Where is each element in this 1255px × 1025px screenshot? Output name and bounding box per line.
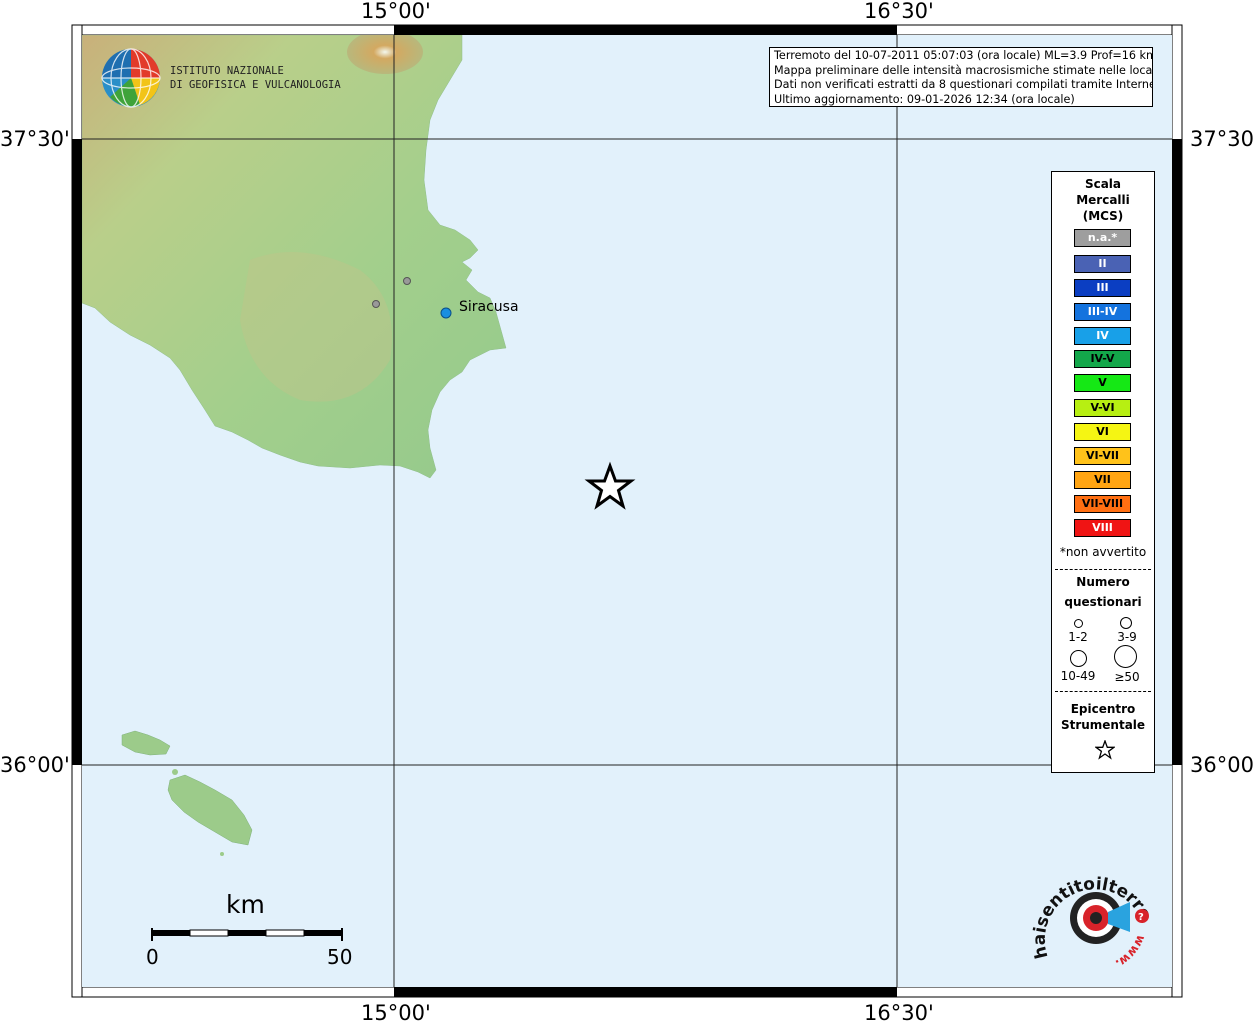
legend-divider — [1055, 569, 1151, 570]
count-label-1-2: 1-2 — [1068, 630, 1088, 644]
event-info-box: Terremoto del 10-07-2011 05:07:03 (ora l… — [769, 47, 1153, 107]
legend-swatch: IV-V — [1074, 350, 1131, 368]
epicenter-title-1: Epicentro — [1070, 702, 1136, 716]
legend-swatch: n.a.* — [1074, 229, 1131, 247]
hsit-logo-www: www. — [1113, 933, 1148, 971]
count-circle-large — [1070, 650, 1087, 667]
lon-label-top-2: 16°30' — [864, 0, 934, 23]
count-circle-small — [1074, 619, 1083, 628]
event-info-line3: Dati non verificati estratti da 8 questi… — [774, 78, 1153, 92]
legend-swatch: II — [1074, 255, 1131, 273]
event-info-line4: Ultimo aggiornamento: 09-01-2026 12:34 (… — [774, 92, 1075, 106]
svg-text:?: ? — [1138, 912, 1144, 923]
town-marker — [403, 277, 411, 285]
svg-text:www.: www. — [1113, 933, 1148, 971]
lat-label-right-2: 36°00' — [1190, 753, 1255, 777]
ingv-name-line2: DI GEOFISICA E VULCANOLOGIA — [170, 79, 341, 91]
lat-label-left-1: 37°30' — [0, 127, 70, 151]
legend-swatch: III — [1074, 279, 1131, 297]
scale-bar — [151, 928, 343, 941]
legend-swatch: VI — [1074, 423, 1131, 441]
count-circle-xlarge — [1114, 645, 1137, 668]
count-label-10-49: 10-49 — [1060, 669, 1096, 683]
epicenter-title-2: Strumentale — [1060, 718, 1146, 732]
legend-swatch: VII-VIII — [1074, 495, 1131, 513]
legend-swatch: IV — [1074, 327, 1131, 345]
lon-label-top-1: 15°00' — [361, 0, 431, 23]
scale-unit: km — [226, 890, 265, 919]
ingv-globe-icon — [101, 48, 161, 108]
map-area — [82, 35, 1172, 987]
siracusa-marker[interactable] — [440, 307, 452, 319]
hsit-logo: haisentitoilterremoto.it ? www. — [1030, 862, 1155, 971]
town-marker — [372, 300, 380, 308]
count-label-3-9: 3-9 — [1117, 630, 1137, 644]
legend-divider — [1055, 691, 1151, 692]
count-circle-medium — [1120, 617, 1132, 629]
scale-max: 50 — [327, 945, 353, 969]
lon-label-bottom-2: 16°30' — [864, 1001, 934, 1025]
legend-swatch: V-VI — [1074, 399, 1131, 417]
event-info-line2: Mappa preliminare delle intensità macros… — [774, 63, 1153, 77]
legend-note: *non avvertito — [1059, 545, 1147, 559]
ingv-name-line1: ISTITUTO NAZIONALE — [170, 65, 284, 77]
scale-min: 0 — [146, 945, 159, 969]
lat-label-right-1: 37°30' — [1190, 127, 1255, 151]
legend-title-1: Scala — [1084, 177, 1122, 191]
lat-label-left-2: 36°00' — [0, 753, 70, 777]
legend-swatch: VI-VII — [1074, 447, 1131, 465]
event-info-line1: Terremoto del 10-07-2011 05:07:03 (ora l… — [774, 49, 1153, 62]
legend-swatch: III-IV — [1074, 303, 1131, 321]
city-label: Siracusa — [459, 299, 519, 315]
legend-title-3: (MCS) — [1082, 209, 1124, 223]
count-label-50: ≥50 — [1114, 670, 1140, 684]
mcs-legend: Scala Mercalli (MCS) n.a.* II III III-IV IV I… — [1051, 171, 1155, 773]
legend-swatch: V — [1074, 374, 1131, 392]
legend-swatch: VIII — [1074, 519, 1131, 537]
ingv-logo: ISTITUTO NAZIONALE DI GEOFISICA E VULCAN… — [100, 47, 341, 109]
count-title-1: Numero — [1076, 575, 1130, 589]
count-title-2: questionari — [1064, 595, 1142, 609]
legend-title-2: Mercalli — [1076, 193, 1130, 207]
legend-star-icon — [1095, 740, 1115, 760]
legend-swatch: VII — [1074, 471, 1131, 489]
lon-label-bottom-1: 15°00' — [361, 1001, 431, 1025]
